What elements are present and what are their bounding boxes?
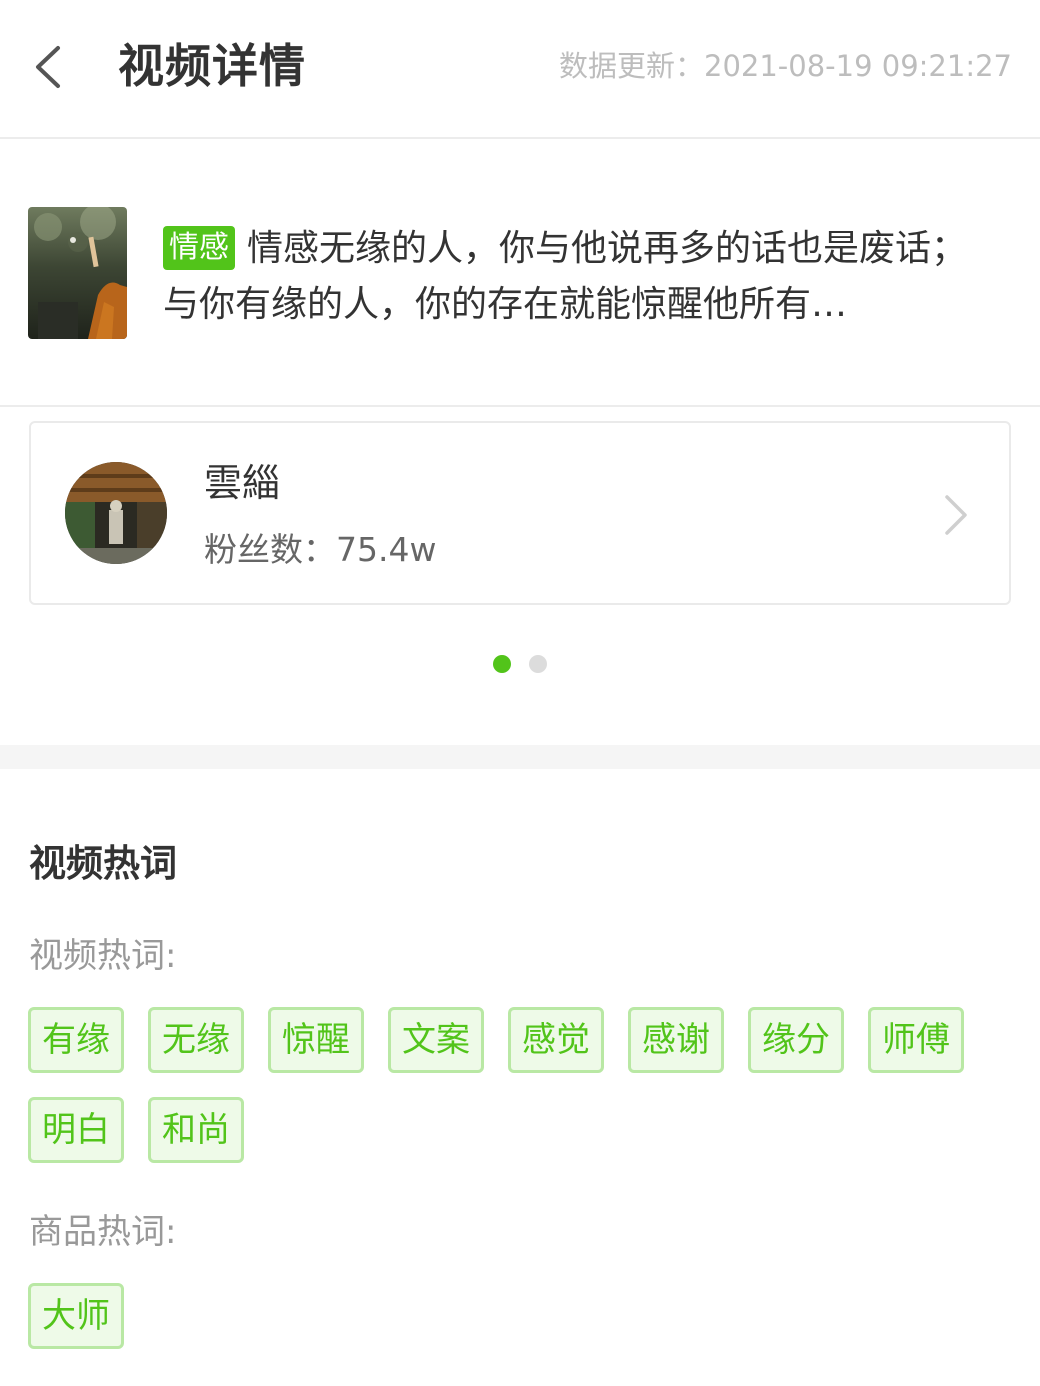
product-hotwords-list: 大师 [28,1283,988,1349]
hotword-chip[interactable]: 感谢 [628,1007,724,1073]
hotword-chip[interactable]: 文案 [388,1007,484,1073]
hotword-chip[interactable]: 有缘 [28,1007,124,1073]
author-avatar [65,462,167,564]
author-card[interactable]: 雲緇 粉丝数：75.4w [29,421,1011,605]
fans-count: 粉丝数：75.4w [204,530,437,569]
video-thumbnail[interactable] [28,207,127,339]
hotword-chip[interactable]: 大师 [28,1283,124,1349]
carousel-dot[interactable] [529,655,547,673]
avatar-image [65,462,167,564]
video-detail-page: 视频详情 数据更新：2021-08-19 09:21:27 情感 情感无缘的人，… [0,0,1040,1386]
data-update-time: 数据更新：2021-08-19 09:21:27 [559,49,1012,83]
video-info-section: 情感 情感无缘的人，你与他说再多的话也是废话；与你有缘的人，你的存在就能惊醒他所有… [0,141,1040,407]
top-bar: 视频详情 数据更新：2021-08-19 09:21:27 [0,0,1040,139]
video-hotwords-label: 视频热词: [29,936,177,976]
thumbnail-image [28,207,127,339]
product-hotwords-label: 商品热词: [29,1212,177,1252]
hotword-chip[interactable]: 和尚 [148,1097,244,1163]
hotword-chip[interactable]: 明白 [28,1097,124,1163]
hotword-chip[interactable]: 缘分 [748,1007,844,1073]
hotword-chip[interactable]: 惊醒 [268,1007,364,1073]
section-divider [0,745,1040,769]
carousel-dot-active[interactable] [493,655,511,673]
hotword-chip[interactable]: 感觉 [508,1007,604,1073]
chevron-right-icon [945,495,967,535]
video-hotwords-list: 有缘 无缘 惊醒 文案 感觉 感谢 缘分 师傅明白 和尚 [28,1007,988,1163]
video-description: 情感 情感无缘的人，你与他说再多的话也是废话；与你有缘的人，你的存在就能惊醒他所有… [163,221,993,333]
hotwords-section-title: 视频热词 [29,842,177,885]
back-button[interactable] [30,42,70,92]
hotword-chip[interactable]: 无缘 [148,1007,244,1073]
video-title-text: 情感无缘的人，你与他说再多的话也是废话；与你有缘的人，你的存在就能惊醒他所有… [163,228,968,325]
category-tag: 情感 [163,226,235,270]
author-name: 雲緇 [204,461,281,505]
page-title: 视频详情 [118,39,306,93]
hotword-chip[interactable]: 师傅 [868,1007,964,1073]
chevron-left-icon [36,46,60,88]
